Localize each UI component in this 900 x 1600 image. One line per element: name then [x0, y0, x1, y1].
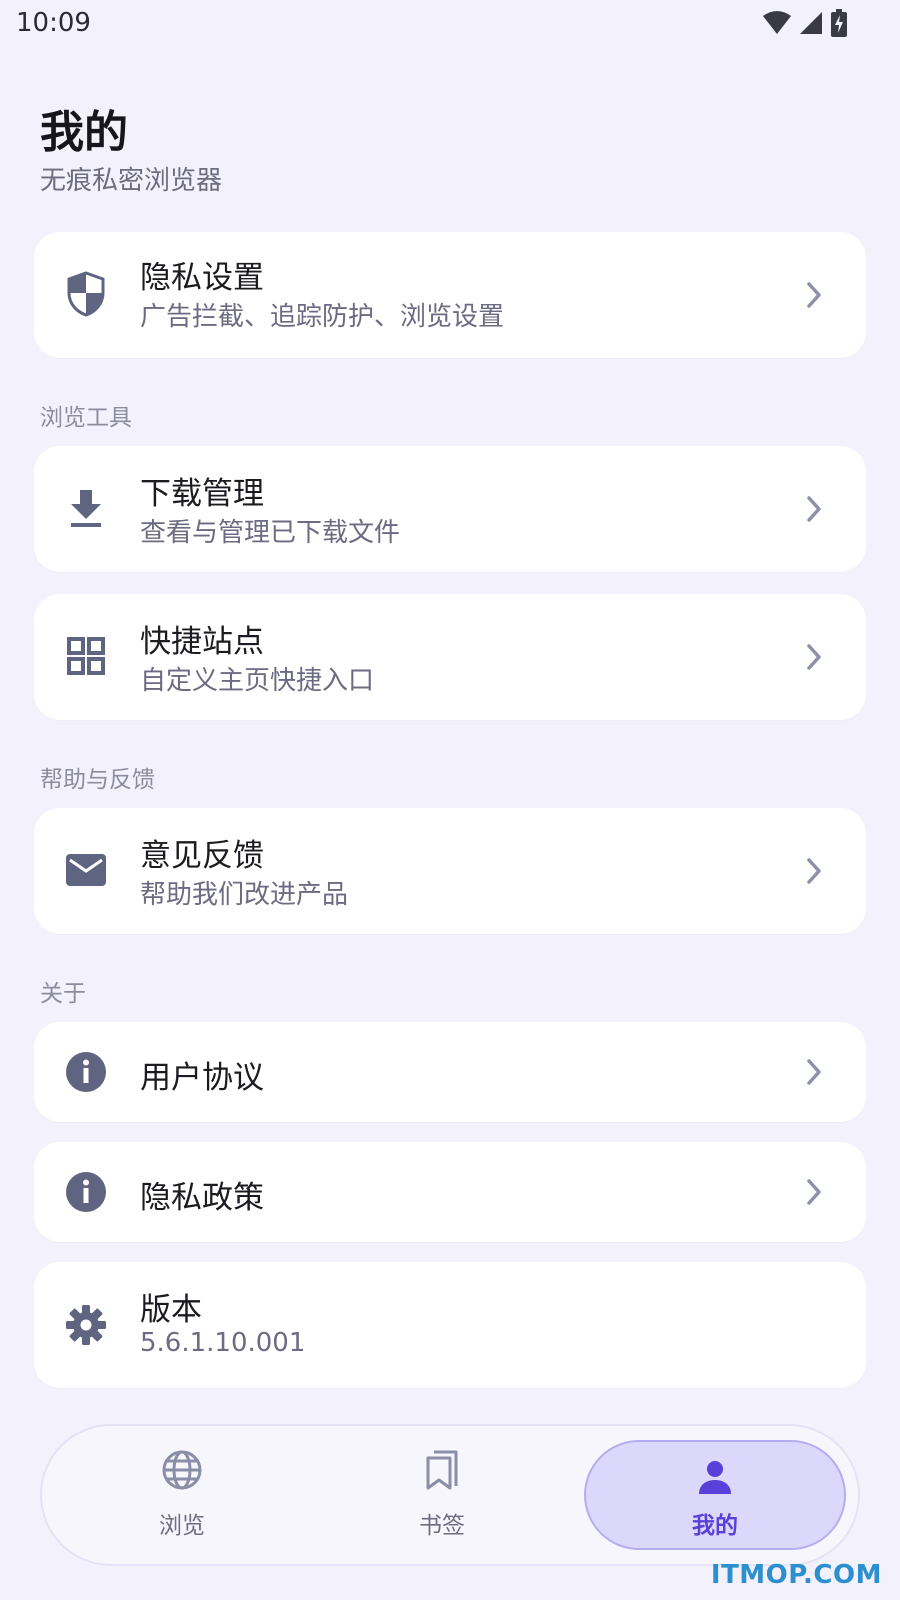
status-icons [762, 9, 848, 37]
page-title: 我的 [40, 107, 128, 158]
user-agreement-title: 用户协议 [140, 1060, 264, 1096]
info-icon [64, 1170, 108, 1214]
download-manager-title: 下载管理 [140, 476, 264, 512]
quick-sites-subtitle: 自定义主页快捷入口 [140, 666, 375, 696]
version-title: 版本 [140, 1292, 202, 1328]
battery-icon [831, 9, 847, 37]
feedback-title: 意见反馈 [140, 838, 264, 874]
chevron-right-icon [807, 644, 821, 670]
privacy-policy-card[interactable]: 隐私政策 [34, 1142, 866, 1242]
watermark: ITMOP.COM [710, 1560, 882, 1590]
shield-icon [64, 271, 108, 317]
info-icon [64, 1050, 108, 1094]
status-time: 10:09 [16, 8, 91, 38]
quick-sites-title: 快捷站点 [140, 624, 264, 660]
feedback-card[interactable]: 意见反馈 帮助我们改进产品 [34, 808, 866, 934]
signal-icon [800, 12, 822, 34]
nav-item-bookmarks[interactable]: 书签 [317, 1426, 567, 1564]
grid-icon [64, 634, 108, 678]
nav-label-mine: 我的 [692, 1513, 738, 1539]
section-label-help: 帮助与反馈 [40, 767, 155, 793]
privacy-policy-title: 隐私政策 [140, 1180, 264, 1216]
download-manager-card[interactable]: 下载管理 查看与管理已下载文件 [34, 446, 866, 572]
status-bar: 10:09 [0, 0, 900, 50]
page-subtitle: 无痕私密浏览器 [40, 166, 223, 196]
chevron-right-icon [807, 282, 821, 308]
mail-icon [64, 848, 108, 892]
nav-item-mine[interactable]: 我的 [584, 1440, 846, 1550]
download-manager-subtitle: 查看与管理已下载文件 [140, 518, 401, 548]
user-agreement-card[interactable]: 用户协议 [34, 1022, 866, 1122]
quick-sites-card[interactable]: 快捷站点 自定义主页快捷入口 [34, 594, 866, 720]
globe-icon [162, 1450, 202, 1490]
download-icon [64, 486, 108, 530]
chevron-right-icon [807, 858, 821, 884]
version-value: 5.6.1.10.001 [140, 1328, 306, 1358]
chevron-right-icon [807, 496, 821, 522]
gear-icon [64, 1303, 108, 1347]
version-card: 版本 5.6.1.10.001 [34, 1262, 866, 1388]
bottom-nav: 浏览 书签 我的 [40, 1424, 860, 1566]
privacy-settings-title: 隐私设置 [140, 260, 264, 296]
chevron-right-icon [807, 1059, 821, 1085]
section-label-tools: 浏览工具 [40, 405, 132, 431]
section-label-about: 关于 [40, 981, 86, 1007]
person-icon [699, 1461, 731, 1494]
feedback-subtitle: 帮助我们改进产品 [140, 880, 349, 910]
wifi-icon [763, 11, 791, 34]
bookmarks-icon [426, 1450, 458, 1490]
privacy-settings-card[interactable]: 隐私设置 广告拦截、追踪防护、浏览设置 [34, 232, 866, 358]
nav-label-browse: 浏览 [159, 1513, 205, 1539]
chevron-right-icon [807, 1179, 821, 1205]
privacy-settings-subtitle: 广告拦截、追踪防护、浏览设置 [140, 302, 505, 332]
nav-label-bookmarks: 书签 [419, 1513, 465, 1539]
nav-item-browse[interactable]: 浏览 [57, 1426, 307, 1564]
